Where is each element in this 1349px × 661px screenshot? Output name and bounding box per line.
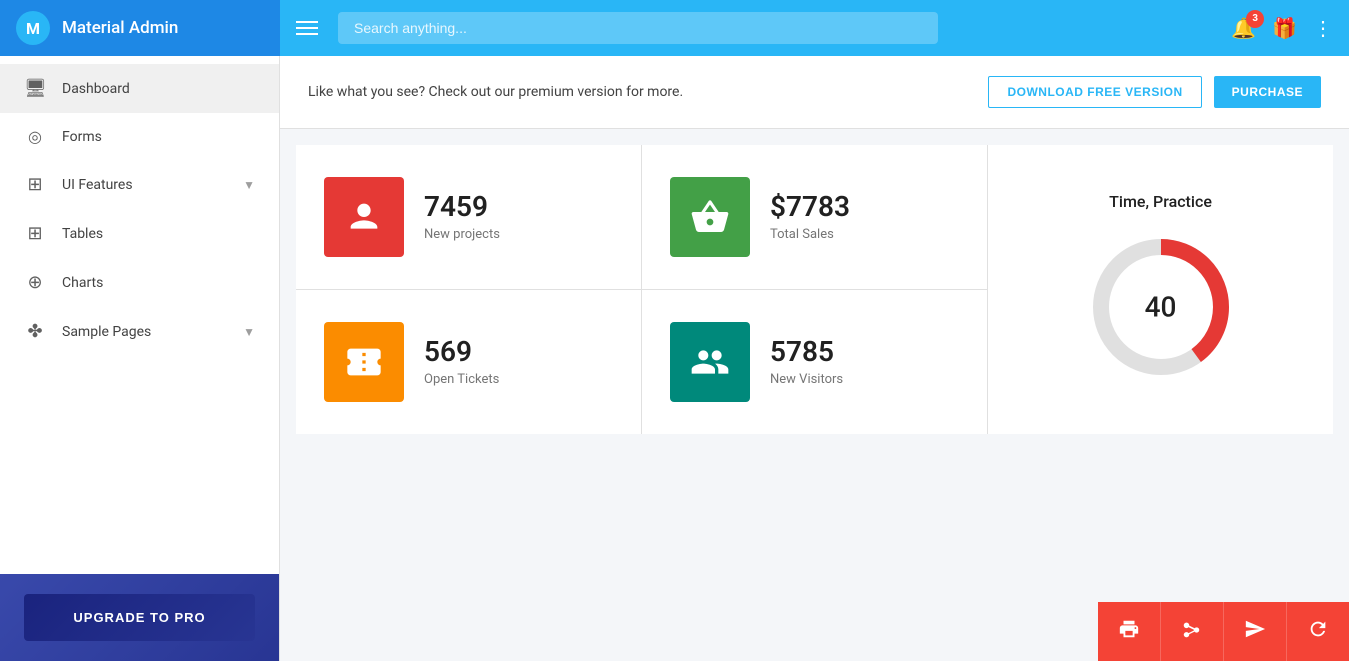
more-options-button[interactable]: ⋮ [1313, 16, 1333, 41]
sidebar-item-forms[interactable]: ◎ Forms [0, 113, 279, 160]
sample-pages-icon: ✤ [24, 321, 46, 342]
stat-label-open-tickets: Open Tickets [424, 372, 499, 387]
bottom-toolbar [1098, 602, 1349, 661]
sidebar-header: M Material Admin [0, 0, 280, 56]
stat-info-open-tickets: 569 Open Tickets [424, 338, 499, 387]
new-projects-icon-box [324, 177, 404, 257]
main-content: Like what you see? Check out our premium… [280, 56, 1349, 661]
forms-icon: ◎ [24, 127, 46, 146]
send-button[interactable] [1223, 602, 1286, 661]
donut-card: Time, Practice 40 [988, 145, 1333, 434]
sidebar-label-sample-pages: Sample Pages [62, 324, 151, 340]
stat-card-total-sales: $7783 Total Sales [642, 145, 987, 289]
stat-card-open-tickets: 569 Open Tickets [296, 290, 641, 434]
stat-number-total-sales: $7783 [770, 193, 850, 221]
download-free-button[interactable]: DOWNLOAD FREE VERSION [988, 76, 1201, 108]
total-sales-icon-box [670, 177, 750, 257]
refresh-button[interactable] [1286, 602, 1349, 661]
sidebar-item-dashboard[interactable]: 🖥 Dashboard [0, 64, 279, 113]
promo-text: Like what you see? Check out our premium… [308, 84, 683, 100]
print-button[interactable] [1098, 602, 1160, 661]
sidebar-item-charts[interactable]: ⊕ Charts [0, 258, 279, 307]
sidebar-label-forms: Forms [62, 129, 102, 145]
hamburger-button[interactable] [296, 21, 318, 35]
promo-actions: DOWNLOAD FREE VERSION PURCHASE [988, 76, 1321, 108]
stat-label-new-projects: New projects [424, 227, 500, 242]
sidebar-label-tables: Tables [62, 226, 103, 242]
donut-chart: 40 [1081, 227, 1241, 387]
stat-label-new-visitors: New Visitors [770, 372, 843, 387]
sidebar-label-dashboard: Dashboard [62, 81, 130, 97]
purchase-button[interactable]: PURCHASE [1214, 76, 1321, 108]
search-input[interactable] [338, 12, 938, 44]
donut-title: Time, Practice [1109, 192, 1212, 211]
notification-badge: 3 [1246, 10, 1264, 28]
stat-label-total-sales: Total Sales [770, 227, 850, 242]
sidebar-item-sample-pages[interactable]: ✤ Sample Pages ▼ [0, 307, 279, 356]
logo-icon: M [16, 11, 50, 45]
chevron-down-icon-2: ▼ [243, 325, 255, 339]
stats-grid: 7459 New projects $7783 Total Sales Time… [296, 145, 1333, 434]
header-actions: 🔔 3 🎁 ⋮ [1231, 16, 1333, 41]
new-visitors-icon-box [670, 322, 750, 402]
sidebar-label-charts: Charts [62, 275, 103, 291]
ui-features-icon: ⊞ [24, 174, 46, 195]
notifications-button[interactable]: 🔔 3 [1231, 16, 1256, 41]
sidebar-item-tables[interactable]: ⊞ Tables [0, 209, 279, 258]
open-tickets-icon-box [324, 322, 404, 402]
sidebar-label-ui-features: UI Features [62, 177, 133, 193]
stat-card-new-visitors: 5785 New Visitors [642, 290, 987, 434]
stat-number-open-tickets: 569 [424, 338, 499, 366]
sidebar: 🖥 Dashboard ◎ Forms ⊞ UI Features ▼ ⊞ Ta… [0, 56, 280, 661]
stat-info-new-projects: 7459 New projects [424, 193, 500, 242]
dashboard-icon: 🖥 [24, 78, 46, 99]
nav-menu: 🖥 Dashboard ◎ Forms ⊞ UI Features ▼ ⊞ Ta… [0, 56, 279, 574]
stat-number-new-visitors: 5785 [770, 338, 843, 366]
stat-info-new-visitors: 5785 New Visitors [770, 338, 843, 387]
gift-button[interactable]: 🎁 [1272, 16, 1297, 41]
share-button[interactable] [1160, 602, 1223, 661]
promo-banner: Like what you see? Check out our premium… [280, 56, 1349, 129]
chevron-down-icon: ▼ [243, 178, 255, 192]
stat-card-new-projects: 7459 New projects [296, 145, 641, 289]
app-title: Material Admin [62, 18, 178, 38]
sidebar-item-ui-features[interactable]: ⊞ UI Features ▼ [0, 160, 279, 209]
charts-icon: ⊕ [24, 272, 46, 293]
stat-number-new-projects: 7459 [424, 193, 500, 221]
donut-value: 40 [1145, 291, 1177, 324]
tables-icon: ⊞ [24, 223, 46, 244]
upgrade-to-pro-button[interactable]: UPGRADE TO PRO [0, 574, 279, 661]
stat-info-total-sales: $7783 Total Sales [770, 193, 850, 242]
